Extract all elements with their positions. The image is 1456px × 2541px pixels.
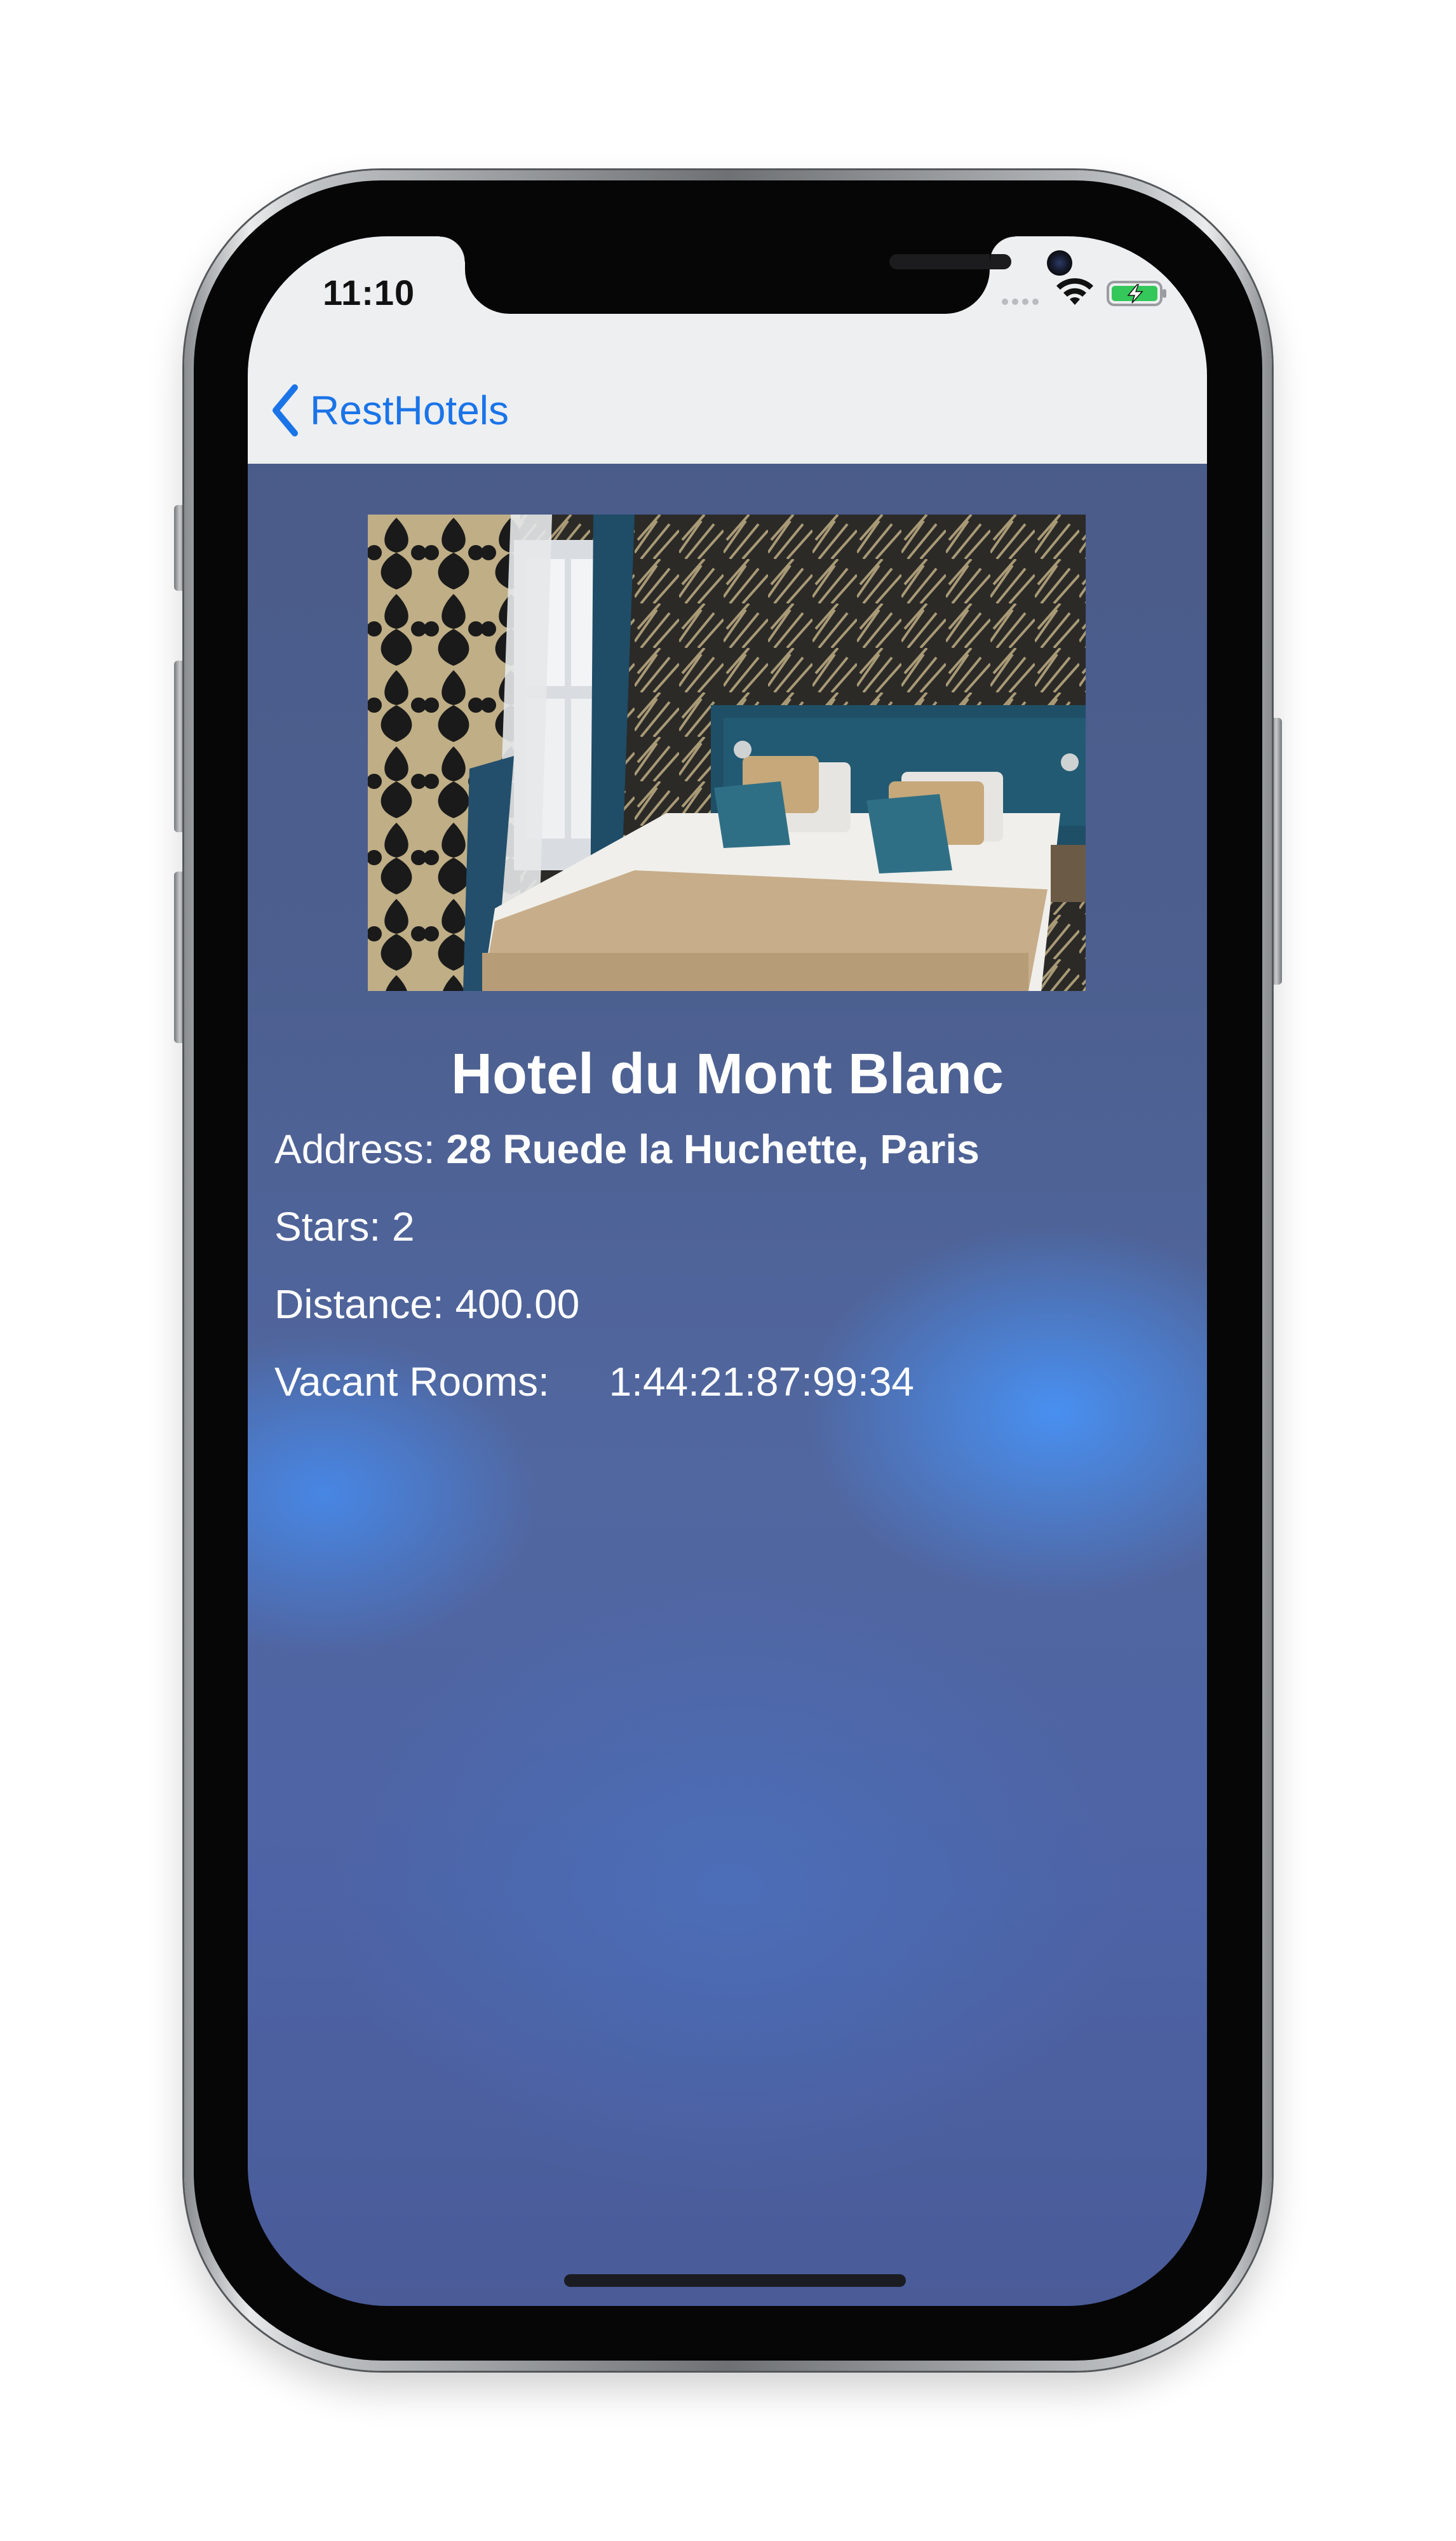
home-indicator[interactable] [564, 2274, 906, 2287]
battery-charging-icon [1107, 281, 1166, 306]
stars-value: 2 [391, 1204, 415, 1250]
address-label: Address: [274, 1126, 435, 1172]
wifi-icon [1056, 278, 1093, 305]
screen: 11:10 RestHotels Hotel du Mont Blanc Add… [248, 236, 1207, 2306]
vacant-rooms-label: Vacant Rooms: [274, 1359, 549, 1405]
chevron-left-icon [273, 384, 298, 436]
front-camera [1047, 250, 1072, 276]
speaker-grille [889, 254, 1011, 269]
status-time: 11:10 [323, 273, 415, 313]
power-button [1271, 718, 1282, 985]
notch [440, 236, 1072, 314]
vacant-rooms-row: Vacant Rooms: 1:44:21:87:99:34 [274, 1358, 914, 1405]
back-button[interactable]: RestHotels [269, 379, 509, 442]
hotel-name: Hotel du Mont Blanc [451, 1042, 1004, 1106]
vacant-rooms-value: 1:44:21:87:99:34 [609, 1359, 914, 1405]
back-button-label: RestHotels [310, 388, 509, 433]
stars-row: Stars: 2 [274, 1203, 415, 1250]
address-row: Address: 28 Ruede la Huchette, Paris [274, 1126, 980, 1173]
cellular-signal-icon [1002, 299, 1044, 306]
device-mockup: 11:10 RestHotels Hotel du Mont Blanc Add… [0, 0, 1456, 2541]
stars-label: Stars: [274, 1204, 381, 1250]
hotel-room-photo [368, 515, 1086, 991]
distance-label: Distance: [274, 1281, 444, 1327]
distance-value: 400.00 [455, 1281, 580, 1327]
distance-row: Distance: 400.00 [274, 1281, 579, 1328]
address-value: 28 Ruede la Huchette, Paris [446, 1126, 980, 1172]
